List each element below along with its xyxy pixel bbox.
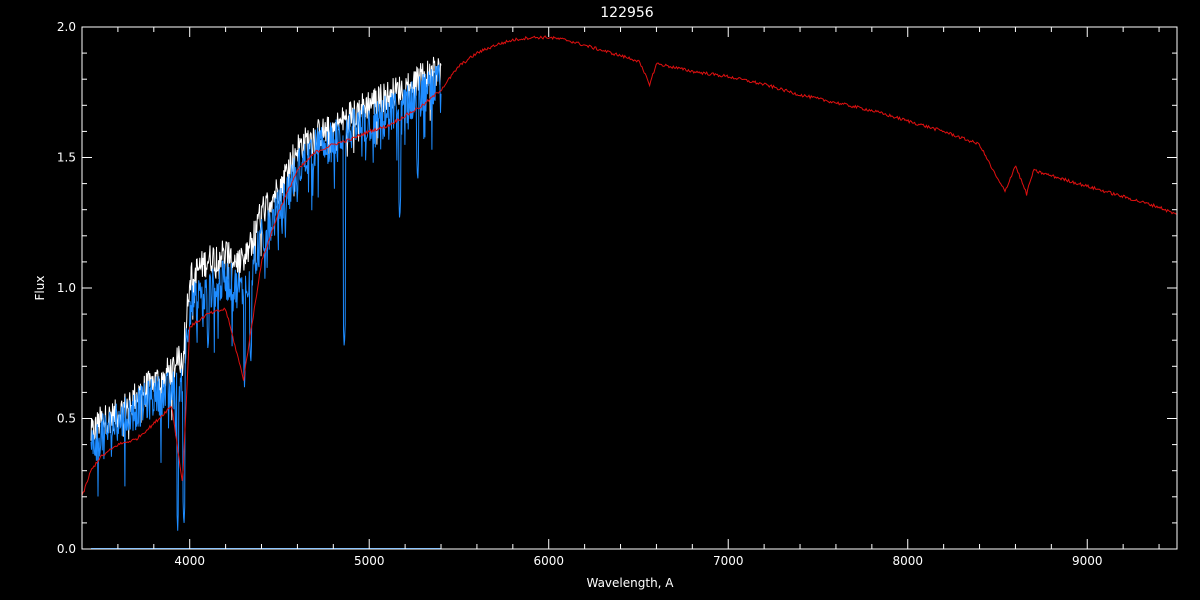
y-tick-label: 0.5 <box>57 412 76 426</box>
y-tick-label: 1.5 <box>57 151 76 165</box>
series-line-2 <box>82 35 1177 496</box>
spectrum-chart: 122956 4000 5000 6000 7000 8000 9000 0.0 0.5 1.… <box>33 5 1178 590</box>
chart-title: 122956 <box>600 5 654 21</box>
plot-area <box>82 35 1177 549</box>
x-tick-label: 4000 <box>174 554 205 568</box>
y-axis-label: Flux <box>33 276 47 301</box>
x-axis-label: Wavelength, A <box>586 576 674 590</box>
x-tick-label: 5000 <box>354 554 385 568</box>
x-tick-label: 8000 <box>892 554 923 568</box>
x-tick-label: 6000 <box>533 554 564 568</box>
y-tick-label: 2.0 <box>57 20 76 34</box>
y-tick-label: 1.0 <box>57 281 76 295</box>
x-tick-label: 9000 <box>1072 554 1103 568</box>
x-tick-label: 7000 <box>713 554 744 568</box>
series-line-1 <box>90 64 442 531</box>
y-tick-label: 0.0 <box>57 542 76 556</box>
